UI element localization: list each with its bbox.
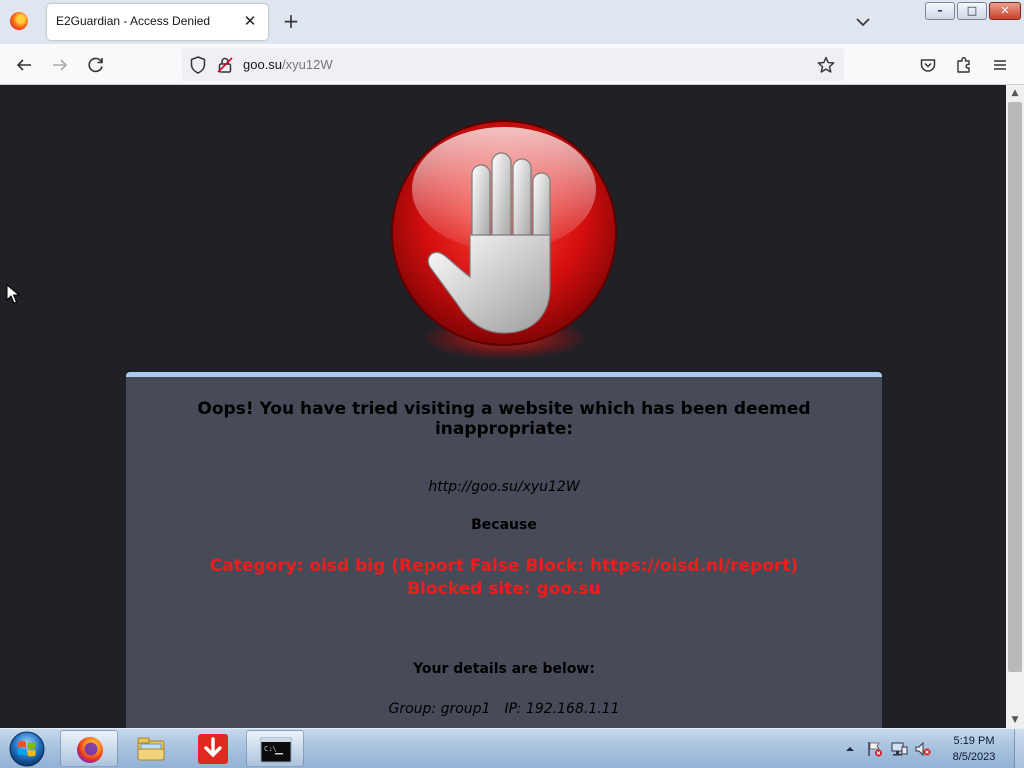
start-orb-icon[interactable] [4, 729, 50, 768]
user-ip: IP: 192.168.1.11 [504, 701, 620, 717]
list-all-tabs-icon[interactable] [852, 12, 874, 32]
shield-icon[interactable] [186, 53, 210, 77]
firefox-icon [77, 737, 103, 763]
user-details: Group: group1 IP: 192.168.1.11 [126, 701, 882, 717]
system-tray: 5:19 PM 8/5/2023 [842, 729, 1024, 768]
file-explorer-icon [137, 737, 165, 761]
blocked-url: http://goo.su/xyu12W [428, 479, 580, 495]
pocket-icon[interactable] [916, 53, 940, 77]
page-content: Oops! You have tried visiting a website … [0, 85, 1006, 728]
new-tab-button[interactable]: + [280, 10, 302, 32]
lock-icon[interactable] [213, 53, 237, 77]
close-window-button[interactable]: ✕ [989, 2, 1021, 20]
windows-taskbar: C:\ 5:19 PM 8/5/2023 [0, 728, 1024, 768]
back-icon[interactable] [12, 53, 36, 77]
taskbar-firefox[interactable] [60, 730, 118, 767]
command-prompt-icon: C:\ [260, 737, 292, 763]
menu-icon[interactable] [988, 53, 1012, 77]
url-text[interactable]: goo.su/xyu12W [243, 57, 333, 72]
stop-hand-icon [391, 120, 617, 346]
close-icon: ✕ [1000, 4, 1010, 17]
action-center-flag-icon[interactable] [866, 741, 884, 757]
minimize-button[interactable]: – [925, 2, 955, 20]
navigation-toolbar: goo.su/xyu12W [0, 44, 1024, 85]
star-icon[interactable] [814, 53, 838, 77]
taskbar-file-explorer[interactable] [122, 730, 180, 767]
scroll-up-arrow-icon[interactable]: ▲ [1006, 85, 1024, 101]
firefox-view-icon[interactable] [10, 12, 28, 30]
url-path: /xyu12W [282, 57, 333, 72]
taskbar-downloader[interactable] [184, 730, 242, 767]
scroll-thumb[interactable] [1008, 102, 1022, 672]
tab-title: E2Guardian - Access Denied [56, 14, 211, 28]
network-icon[interactable] [890, 741, 908, 757]
page-scrollbar[interactable]: ▲ ▼ [1006, 85, 1024, 728]
clock-time: 5:19 PM [953, 735, 995, 747]
blocked-site: Blocked site: goo.su [407, 579, 601, 599]
extensions-icon[interactable] [952, 53, 976, 77]
tab-close-icon[interactable]: ✕ [240, 11, 260, 31]
taskbar-command-prompt[interactable]: C:\ [246, 730, 304, 767]
maximize-button[interactable]: □ [957, 2, 987, 20]
url-domain: goo.su [243, 57, 283, 72]
block-message-panel: Oops! You have tried visiting a website … [126, 372, 882, 728]
url-bar[interactable]: goo.su/xyu12W [182, 48, 844, 81]
volume-muted-icon[interactable] [914, 741, 932, 757]
maximize-icon: □ [966, 4, 978, 17]
download-icon [198, 734, 228, 764]
show-hidden-icons-arrow[interactable] [844, 741, 856, 757]
taskbar-clock[interactable]: 5:19 PM 8/5/2023 [940, 733, 1008, 765]
minimize-icon: – [937, 4, 943, 17]
details-heading: Your details are below: [413, 661, 595, 677]
because-label: Because [471, 517, 537, 533]
forward-icon[interactable] [48, 53, 72, 77]
clock-date: 8/5/2023 [952, 751, 996, 763]
tab-access-denied[interactable]: E2Guardian - Access Denied ✕ [47, 4, 268, 40]
svg-text:C:\: C:\ [264, 745, 277, 753]
scroll-down-arrow-icon[interactable]: ▼ [1006, 712, 1024, 728]
tab-strip: E2Guardian - Access Denied ✕ + – □ ✕ [0, 0, 1024, 44]
window-controls: – □ ✕ [925, 2, 1021, 20]
block-message-title: Oops! You have tried visiting a website … [197, 399, 811, 439]
show-desktop-button[interactable] [1014, 729, 1024, 768]
user-group: Group: group1 [388, 701, 491, 717]
block-category: Category: oisd big (Report False Block: … [209, 556, 799, 576]
mouse-cursor-icon [6, 284, 20, 304]
reload-icon[interactable] [84, 53, 108, 77]
